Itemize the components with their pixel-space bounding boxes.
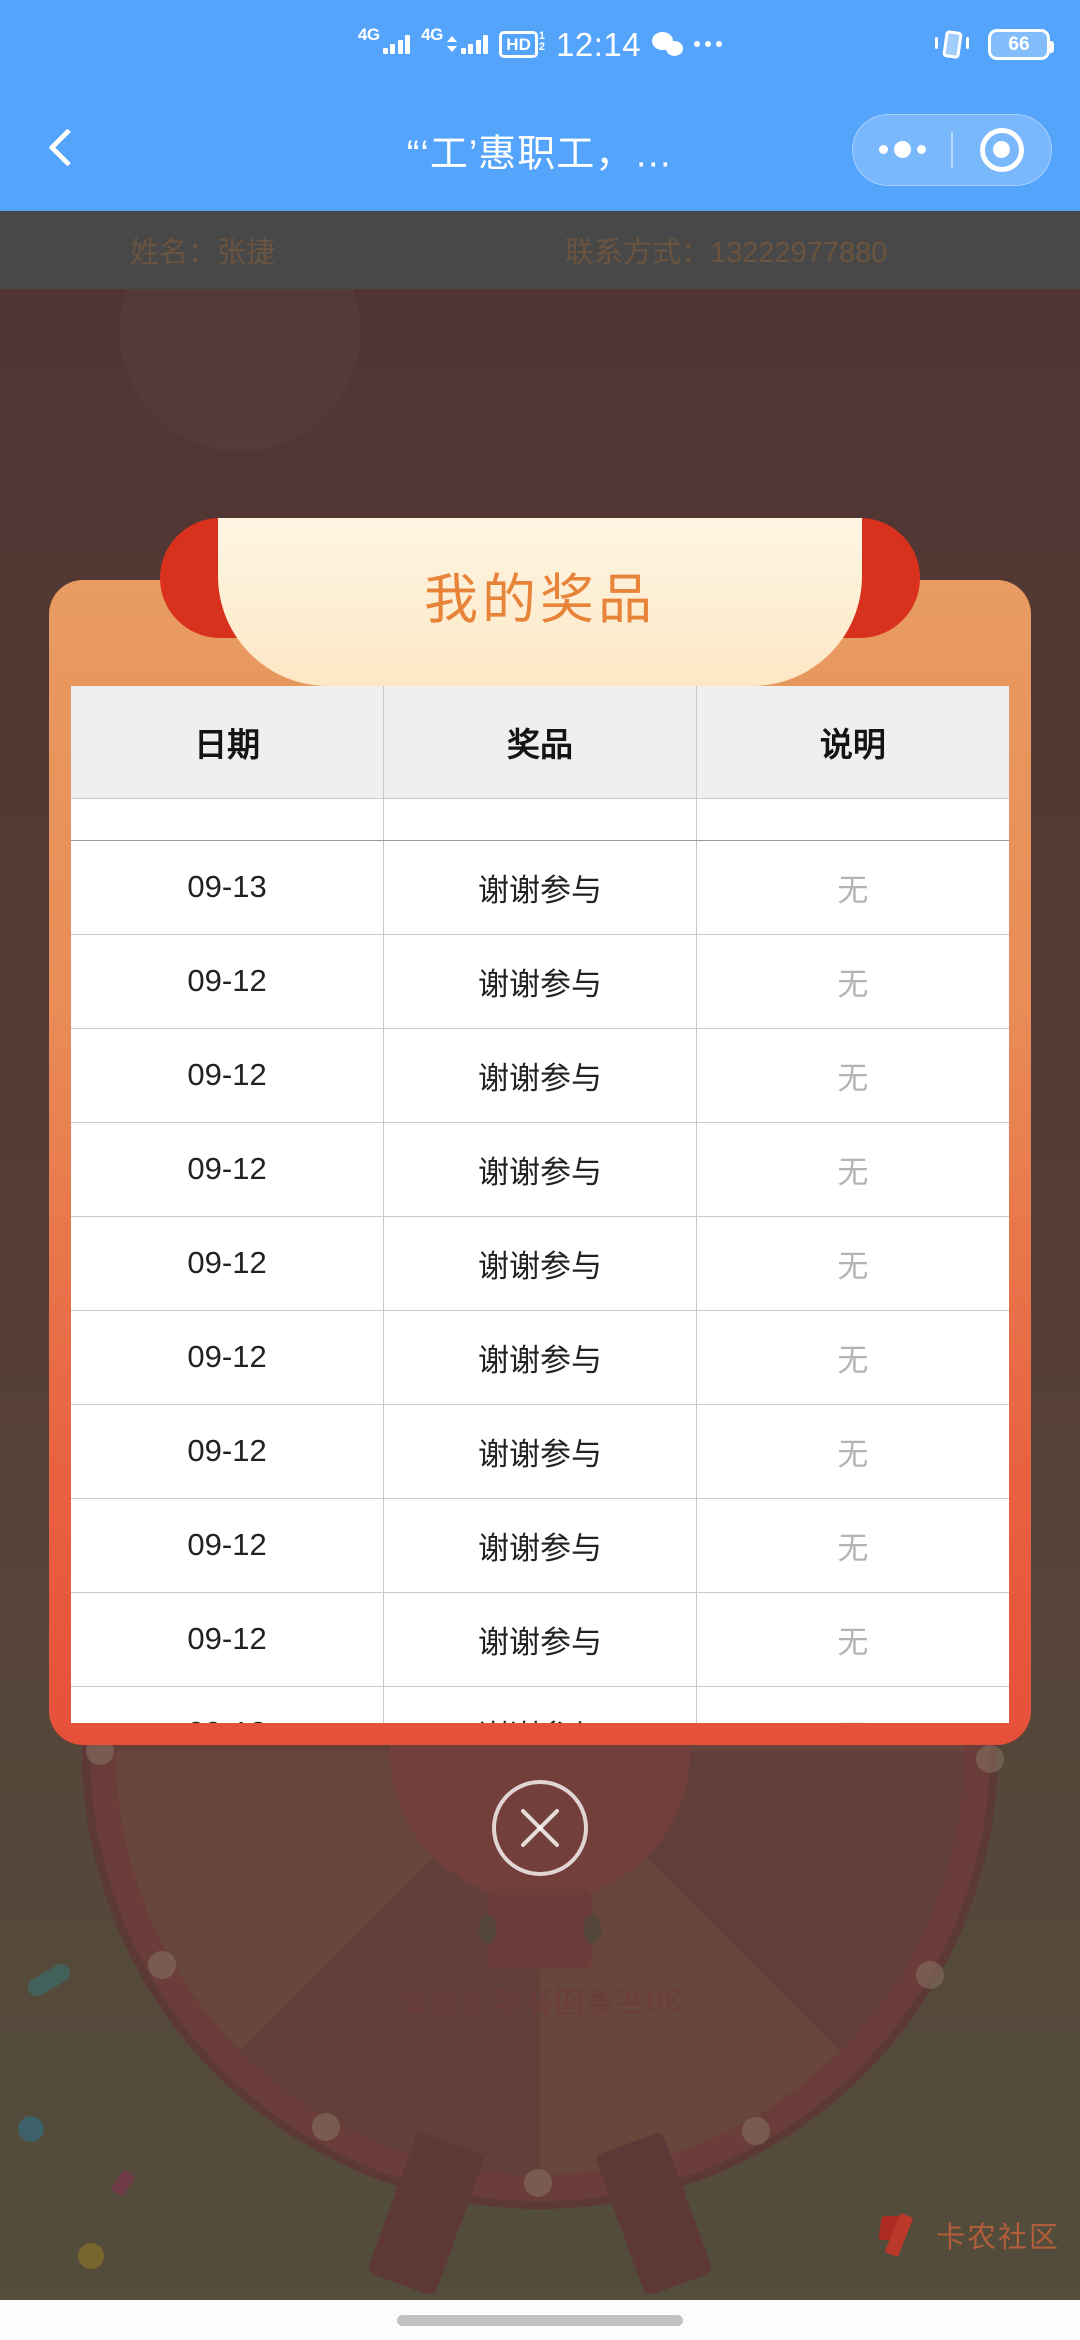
table-row: 09-13 谢谢参与无 <box>71 840 1009 935</box>
prize-date-cell: 09-12 <box>71 1498 385 1593</box>
hd-sim-bottom: 2 <box>538 40 545 53</box>
hd-label: HD <box>499 30 538 58</box>
prize-note-cell: 无 <box>696 1216 1009 1311</box>
watermark: 卡农社区 <box>880 2212 1060 2258</box>
prize-name-cell: 谢谢参与 <box>383 1686 697 1723</box>
dialog-title: 我的奖品 <box>424 569 656 630</box>
home-indicator-bar <box>0 2300 1080 2340</box>
clock: 12:14 <box>555 25 642 63</box>
table-header-row: 日期 奖品 说明 <box>71 686 1009 799</box>
signal-1-icon: 4G <box>358 26 411 54</box>
more-dots-icon <box>694 41 723 47</box>
signal-bars-2 <box>460 34 489 54</box>
mini-program-nav-bar: “‘工’惠职工，… <box>0 88 1080 211</box>
close-dialog-button[interactable] <box>492 1780 588 1876</box>
table-row: 09-12谢谢参与无 <box>71 1310 1009 1405</box>
prize-date-cell: 09-12 <box>71 1404 385 1499</box>
status-bar-left: 4G 4G HD 1 2 12:14 <box>0 25 1080 63</box>
kanong-logo-icon <box>880 2212 926 2258</box>
vibrate-icon <box>934 29 970 59</box>
column-header-prize: 奖品 <box>383 686 697 799</box>
table-row: 09-12谢谢参与无 <box>71 934 1009 1029</box>
table-row: 09-12谢谢参与无 <box>71 1498 1009 1593</box>
prize-note-cell: 无 <box>696 1310 1009 1405</box>
table-row: 09-12谢谢参与无 <box>71 1404 1009 1499</box>
signal-bars-1 <box>382 34 411 54</box>
prize-note-cell: 无 <box>696 1686 1009 1723</box>
battery-level: 66 <box>1008 33 1030 55</box>
column-header-date: 日期 <box>71 686 385 799</box>
table-partial-row <box>71 798 1009 841</box>
battery-icon: 66 <box>988 28 1054 60</box>
network-type-1: 4G <box>357 25 380 44</box>
prizes-table: 日期 奖品 说明 09-13 谢谢参与无 09-12 谢谢参与无 09-12 谢谢参与无 0… <box>71 686 1009 1723</box>
status-bar: 4G 4G HD 1 2 12:14 66 <box>0 0 1080 88</box>
target-circle-icon[interactable] <box>953 127 1051 172</box>
prize-date-cell: 09-12 <box>71 1216 385 1311</box>
prize-note-cell: 无 <box>696 1028 1009 1123</box>
status-bar-right: 66 <box>934 28 1054 60</box>
prize-name-cell: 谢谢参与 <box>383 1122 697 1217</box>
home-indicator[interactable] <box>397 2314 683 2326</box>
prize-note-cell: 无 <box>696 1592 1009 1687</box>
prize-name-cell: 谢谢参与 <box>383 840 697 935</box>
prize-name-cell: 谢谢参与 <box>383 1028 697 1123</box>
prize-name-cell: 谢谢参与 <box>383 1498 697 1593</box>
prize-note-cell: 无 <box>696 934 1009 1029</box>
signal-2-icon: 4G <box>421 26 489 54</box>
column-header-note: 说明 <box>696 686 1009 799</box>
prize-note-cell: 无 <box>696 1498 1009 1593</box>
prize-date-cell: 09-12 <box>71 1028 385 1123</box>
prize-name-cell: 谢谢参与 <box>383 934 697 1029</box>
table-row: 09-12谢谢参与无 <box>71 1028 1009 1123</box>
wechat-icon <box>652 32 684 56</box>
prize-date-cell: 09-12 <box>71 1310 385 1405</box>
more-dots-icon[interactable] <box>853 141 951 158</box>
table-row: 09-12谢谢参与无 <box>71 1216 1009 1311</box>
hd-voice-icon: HD 1 2 <box>499 29 545 58</box>
prize-note-cell: 无 <box>696 1404 1009 1499</box>
hd-sim-top: 1 <box>538 29 545 42</box>
prizes-table-container[interactable]: 日期 奖品 说明 09-13 谢谢参与无 09-12 谢谢参与无 09-12 谢谢参与无 0… <box>71 686 1009 1723</box>
prize-name-cell: 谢谢参与 <box>383 1404 697 1499</box>
prize-date-cell: 09-12 <box>71 934 385 1029</box>
screen: 姓名：张捷 联系方式：13222977880 抽奖 20元 人民币 30元美团外… <box>0 0 1080 2340</box>
mini-program-capsule <box>852 113 1052 186</box>
dialog-ribbon: 我的奖品 <box>160 518 920 686</box>
table-row: 09-12谢谢参与无 <box>71 1122 1009 1217</box>
prize-note-cell: 无 <box>696 840 1009 935</box>
prize-note-cell: 无 <box>696 1122 1009 1217</box>
ribbon-banner: 我的奖品 <box>218 518 862 686</box>
watermark-text: 卡农社区 <box>935 2222 1060 2254</box>
table-row: 09-12谢谢参与无 <box>71 1592 1009 1687</box>
prize-date-cell: 09-12 <box>71 1592 385 1687</box>
prize-name-cell: 谢谢参与 <box>383 1310 697 1405</box>
prizes-table-body: 09-13 谢谢参与无 09-12 谢谢参与无 09-12 谢谢参与无 09-12 谢谢参与无… <box>71 798 1009 1723</box>
my-prizes-dialog: 我的奖品 日期 奖品 说明 09-13 谢谢参与无 09-12 谢谢参与无 09-12 谢… <box>49 518 1031 1745</box>
table-row: 09-12谢谢参与无 <box>71 1686 1009 1723</box>
prize-date-cell: 09-13 <box>71 840 385 935</box>
prize-name-cell: 谢谢参与 <box>383 1216 697 1311</box>
prize-name-cell: 谢谢参与 <box>383 1592 697 1687</box>
data-transfer-icon <box>446 34 457 54</box>
network-type-2: 4G <box>421 25 443 44</box>
prize-date-cell: 09-12 <box>71 1686 385 1723</box>
prize-date-cell: 09-12 <box>71 1122 385 1217</box>
